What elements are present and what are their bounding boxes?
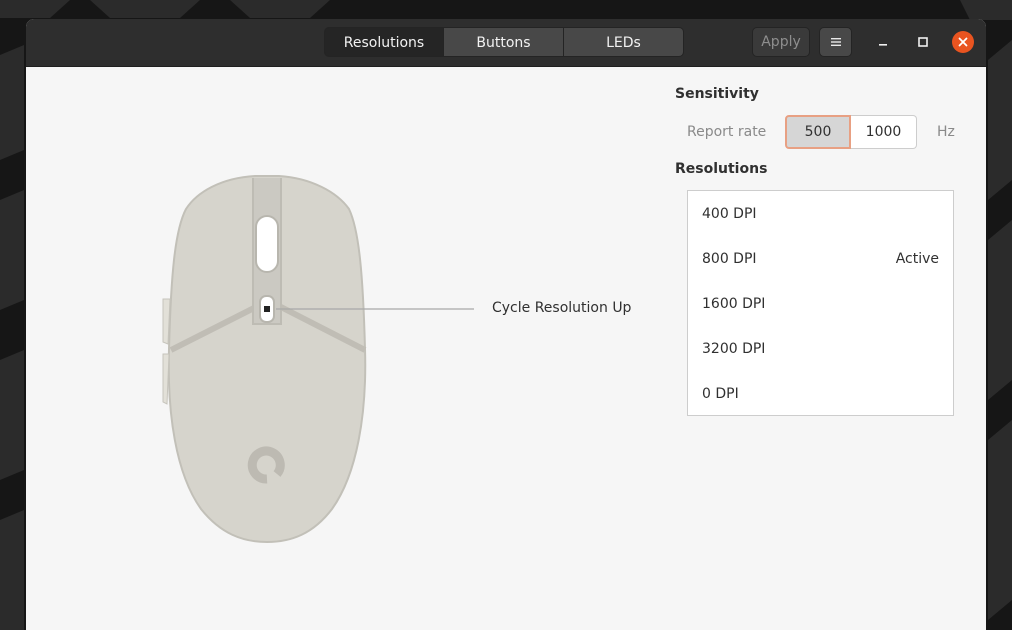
list-item[interactable]: 800 DPI Active bbox=[688, 236, 953, 281]
report-rate-unit: Hz bbox=[937, 124, 955, 140]
apply-button[interactable]: Apply bbox=[752, 27, 810, 57]
resolution-label: 1600 DPI bbox=[702, 296, 766, 312]
sensitivity-title: Sensitivity bbox=[675, 86, 759, 102]
report-rate-500-button[interactable]: 500 bbox=[785, 115, 851, 149]
tab-leds[interactable]: LEDs bbox=[564, 27, 684, 57]
minimize-icon bbox=[879, 44, 887, 46]
main-content: Cycle Resolution Up Sensitivity Report r… bbox=[26, 66, 986, 630]
view-switcher: Resolutions Buttons LEDs bbox=[324, 27, 684, 57]
list-item[interactable]: 3200 DPI bbox=[688, 326, 953, 371]
hamburger-icon bbox=[830, 38, 841, 46]
maximize-button[interactable] bbox=[912, 31, 934, 53]
report-rate-selector: 500 1000 bbox=[785, 115, 917, 149]
resolutions-list: 400 DPI 800 DPI Active 1600 DPI 3200 DPI… bbox=[687, 190, 954, 416]
menu-button[interactable] bbox=[819, 27, 852, 57]
close-icon bbox=[958, 37, 968, 47]
list-item[interactable]: 400 DPI bbox=[688, 191, 953, 236]
app-window: Resolutions Buttons LEDs Apply Cycle Res… bbox=[26, 19, 986, 630]
resolution-label: 400 DPI bbox=[702, 206, 757, 222]
close-button[interactable] bbox=[952, 31, 974, 53]
callout-line bbox=[276, 308, 474, 310]
tab-resolutions[interactable]: Resolutions bbox=[324, 27, 444, 57]
list-item[interactable]: 0 DPI bbox=[688, 371, 953, 416]
report-rate-1000-button[interactable]: 1000 bbox=[851, 115, 917, 149]
mouse-illustration bbox=[162, 175, 367, 544]
report-rate-label: Report rate bbox=[687, 124, 767, 140]
resolution-status: Active bbox=[895, 251, 939, 267]
resolution-label: 0 DPI bbox=[702, 386, 739, 402]
list-item[interactable]: 1600 DPI bbox=[688, 281, 953, 326]
resolutions-title: Resolutions bbox=[675, 161, 768, 177]
minimize-button[interactable] bbox=[872, 31, 894, 53]
resolution-label: 3200 DPI bbox=[702, 341, 766, 357]
resolution-label: 800 DPI bbox=[702, 251, 757, 267]
tab-buttons[interactable]: Buttons bbox=[444, 27, 564, 57]
callout-label[interactable]: Cycle Resolution Up bbox=[492, 300, 631, 316]
maximize-icon bbox=[918, 37, 928, 47]
header-bar: Resolutions Buttons LEDs Apply bbox=[26, 19, 986, 67]
